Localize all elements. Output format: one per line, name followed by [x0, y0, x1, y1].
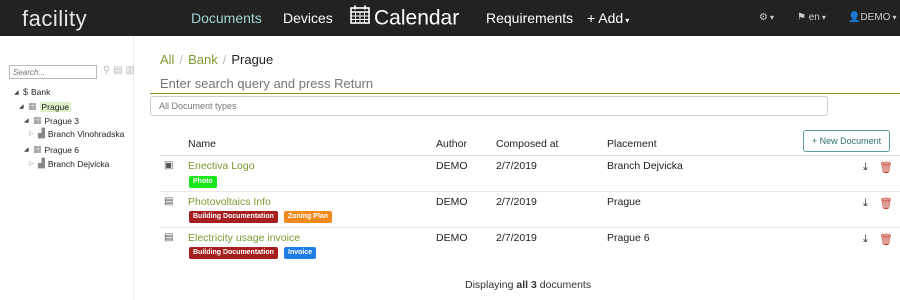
- top-navbar: facility Documents Devices Calendar Requ…: [0, 0, 900, 36]
- tag-badge[interactable]: Zoning Plan: [284, 211, 333, 223]
- composed-at-cell: 2/7/2019: [496, 160, 537, 172]
- column-header-placement[interactable]: Placement: [607, 138, 657, 150]
- sidebar: ⚲ ▤ ▥ ◢ $ Bank ◢ ▦ Prague ◢ ▦ Prague 3 ▷…: [0, 36, 135, 300]
- tree-node-bank[interactable]: ◢ $ Bank: [14, 87, 50, 97]
- search-icon[interactable]: ⚲: [103, 65, 110, 76]
- breadcrumb-current: Prague: [231, 52, 274, 67]
- expand-icon[interactable]: ▤: [113, 65, 122, 76]
- breadcrumb: All / Bank / Prague: [160, 52, 273, 67]
- language-label: en: [808, 12, 820, 23]
- settings-dropdown[interactable]: ⚙ ▾: [759, 0, 774, 36]
- collapse-icon[interactable]: ▥: [125, 65, 134, 76]
- tree-node-prague-6[interactable]: ◢ ▦ Prague 6: [24, 144, 79, 155]
- results-summary: Displaying all 3 documents: [465, 279, 591, 291]
- tree-label: Prague 3: [44, 115, 80, 126]
- caret-down-icon: ▾: [625, 16, 630, 25]
- caret-down-icon: ▾: [892, 13, 897, 22]
- tree-label: Prague: [39, 101, 71, 112]
- trash-icon[interactable]: 🗑: [879, 161, 893, 174]
- tag-badge[interactable]: Photo: [189, 176, 217, 188]
- calendar-icon: [350, 0, 370, 36]
- expanded-toggle-icon[interactable]: ◢: [24, 117, 30, 124]
- tree-label: Prague 6: [44, 144, 80, 155]
- tag-badge[interactable]: Building Documentation: [189, 247, 278, 259]
- author-cell: DEMO: [436, 160, 468, 172]
- building-icon: ▦: [33, 144, 42, 154]
- nav-calendar[interactable]: Calendar: [350, 0, 459, 36]
- document-type-select[interactable]: All Document types: [150, 96, 828, 116]
- new-document-button[interactable]: + New Document: [803, 130, 890, 152]
- building-icon: ▦: [28, 101, 37, 111]
- user-icon: 👤: [848, 12, 861, 23]
- expanded-toggle-icon[interactable]: ◢: [19, 103, 25, 110]
- nav-documents[interactable]: Documents: [191, 0, 262, 36]
- placement-cell: Prague 6: [607, 232, 650, 244]
- row-divider: [160, 227, 900, 228]
- download-icon[interactable]: ⤓: [863, 233, 868, 246]
- nav-requirements[interactable]: Requirements: [486, 0, 573, 36]
- column-header-name[interactable]: Name: [188, 138, 216, 150]
- building-icon: ▟: [38, 128, 45, 138]
- document-name-link[interactable]: Photovoltaics Info: [188, 196, 271, 208]
- trash-icon[interactable]: 🗑: [879, 233, 893, 246]
- breadcrumb-separator: /: [179, 52, 184, 67]
- breadcrumb-separator: /: [222, 52, 227, 67]
- column-header-composed-at[interactable]: Composed at: [496, 138, 558, 150]
- table-header-divider: [160, 155, 900, 156]
- composed-at-cell: 2/7/2019: [496, 232, 537, 244]
- language-dropdown[interactable]: ⚑ en ▾: [797, 0, 826, 36]
- image-file-icon: ▣: [164, 160, 174, 171]
- row-divider: [160, 191, 900, 192]
- document-search-input[interactable]: [150, 74, 900, 94]
- building-icon: ▦: [33, 115, 42, 125]
- placement-cell: Prague: [607, 196, 641, 208]
- app-logo[interactable]: facility: [22, 6, 87, 32]
- dollar-icon: $: [23, 87, 29, 97]
- caret-down-icon: ▾: [821, 13, 826, 22]
- summary-suffix: documents: [539, 279, 592, 291]
- breadcrumb-bank[interactable]: Bank: [188, 52, 218, 67]
- summary-count: all 3: [516, 279, 537, 291]
- pdf-file-icon: ▤: [164, 196, 174, 207]
- author-cell: DEMO: [436, 232, 468, 244]
- download-icon[interactable]: ⤓: [863, 197, 868, 210]
- pdf-file-icon: ▤: [164, 232, 174, 243]
- document-name-link[interactable]: Enectiva Logo: [188, 160, 255, 172]
- tree-label: Bank: [31, 87, 51, 97]
- document-name-link[interactable]: Electricity usage invoice: [188, 232, 300, 244]
- expanded-toggle-icon[interactable]: ◢: [14, 89, 20, 96]
- tree-label: Branch Dejvicka: [47, 158, 110, 169]
- collapsed-toggle-icon[interactable]: ▷: [29, 130, 35, 137]
- nav-add-dropdown[interactable]: + Add ▾: [587, 0, 629, 36]
- tree-node-branch-dejvicka[interactable]: ▷ ▟ Branch Dejvicka: [29, 158, 109, 169]
- collapsed-toggle-icon[interactable]: ▷: [29, 160, 35, 167]
- tree-tools: ⚲ ▤ ▥: [103, 65, 135, 76]
- gears-icon: ⚙: [759, 12, 768, 23]
- tag-badge[interactable]: Invoice: [284, 247, 317, 259]
- tree-node-branch-vinohradska[interactable]: ▷ ▟ Branch Vinohradska: [29, 128, 124, 139]
- building-icon: ▟: [38, 158, 45, 168]
- tree-search-input[interactable]: [9, 65, 97, 79]
- tree-node-prague[interactable]: ◢ ▦ Prague: [19, 101, 71, 112]
- add-label: + Add: [587, 10, 624, 26]
- expanded-toggle-icon[interactable]: ◢: [24, 146, 30, 153]
- author-cell: DEMO: [436, 196, 468, 208]
- nav-devices[interactable]: Devices: [283, 0, 333, 36]
- summary-prefix: Displaying: [465, 279, 514, 291]
- download-icon[interactable]: ⤓: [863, 161, 868, 174]
- caret-down-icon: ▾: [769, 13, 774, 22]
- user-label: DEMO: [860, 12, 891, 23]
- trash-icon[interactable]: 🗑: [879, 197, 893, 210]
- column-header-author[interactable]: Author: [436, 138, 467, 150]
- breadcrumb-all[interactable]: All: [160, 52, 174, 67]
- tree-node-prague-3[interactable]: ◢ ▦ Prague 3: [24, 115, 79, 126]
- tree-label: Branch Vinohradska: [47, 128, 125, 139]
- composed-at-cell: 2/7/2019: [496, 196, 537, 208]
- placement-cell: Branch Dejvicka: [607, 160, 683, 172]
- tag-badge[interactable]: Building Documentation: [189, 211, 278, 223]
- nav-calendar-label: Calendar: [374, 6, 460, 30]
- user-dropdown[interactable]: 👤DEMO ▾: [848, 0, 896, 36]
- flag-icon: ⚑: [797, 12, 806, 23]
